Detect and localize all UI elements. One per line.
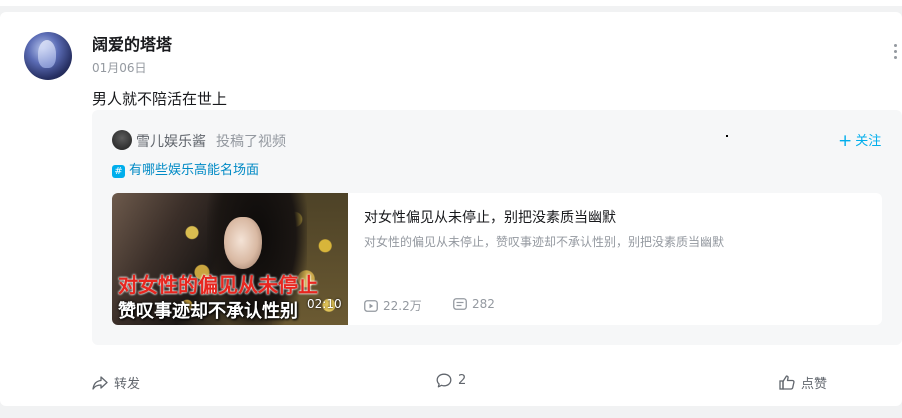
video-thumbnail[interactable]: 对女性的偏见从未停止 赞叹事迹却不承认性别 02:10 [112,193,348,325]
repost-author-avatar[interactable] [112,130,132,150]
video-card[interactable]: 对女性的偏见从未停止 赞叹事迹却不承认性别 02:10 对女性偏见从未停止，别把… [112,193,882,325]
forward-label: 转发 [114,377,141,392]
follow-button[interactable]: + 关注 [838,130,881,151]
forward-button[interactable]: 转发 [92,373,140,392]
video-description: 对女性的偏见从未停止，赞叹事迹却不承认性别，别把没素质当幽默 [364,235,725,249]
views-count: 22.2万 [383,299,422,313]
reposted-content[interactable]: 雪儿娱乐酱 投稿了视频 + 关注 # 有哪些娱乐高能名场面 对女性的偏见从未停止 赞… [92,110,902,345]
post-text: 男人就不陪活在世上 [92,90,228,108]
topic-link[interactable]: # 有哪些娱乐高能名场面 [112,159,259,178]
topic-label: 有哪些娱乐高能名场面 [129,163,260,178]
video-duration: 02:10 [307,297,342,311]
cursor-dot [726,135,728,137]
more-icon[interactable] [892,44,898,62]
follow-label: 关注 [855,134,882,149]
play-icon [364,299,378,312]
forward-icon [92,375,108,390]
top-strip [0,0,902,6]
author-name[interactable]: 阔爱的塔塔 [92,31,172,55]
author-avatar[interactable] [24,32,72,80]
like-label: 点赞 [801,377,828,392]
thumbs-up-icon [779,375,795,390]
views-stat: 22.2万 [364,297,422,314]
comment-button[interactable]: 2 [436,373,466,388]
thumbnail-caption-bottom: 赞叹事迹却不承认性别 [118,301,298,322]
comment-icon [436,373,452,388]
thumbnail-face [224,217,262,269]
repost-author-name[interactable]: 雪儿娱乐酱 [136,131,206,151]
plus-icon: + [838,131,853,151]
publish-date: 01月06日 [92,61,147,75]
danmaku-count: 282 [472,297,495,311]
like-button[interactable]: 点赞 [779,373,827,392]
hash-icon: # [112,165,125,178]
video-title[interactable]: 对女性偏见从未停止，别把没素质当幽默 [364,207,616,227]
repost-action-text: 投稿了视频 [216,134,286,150]
danmaku-stat: 282 [453,297,495,311]
comment-count: 2 [458,373,467,388]
danmaku-icon [453,298,467,310]
thumbnail-caption-top: 对女性的偏见从未停止 [118,273,318,297]
